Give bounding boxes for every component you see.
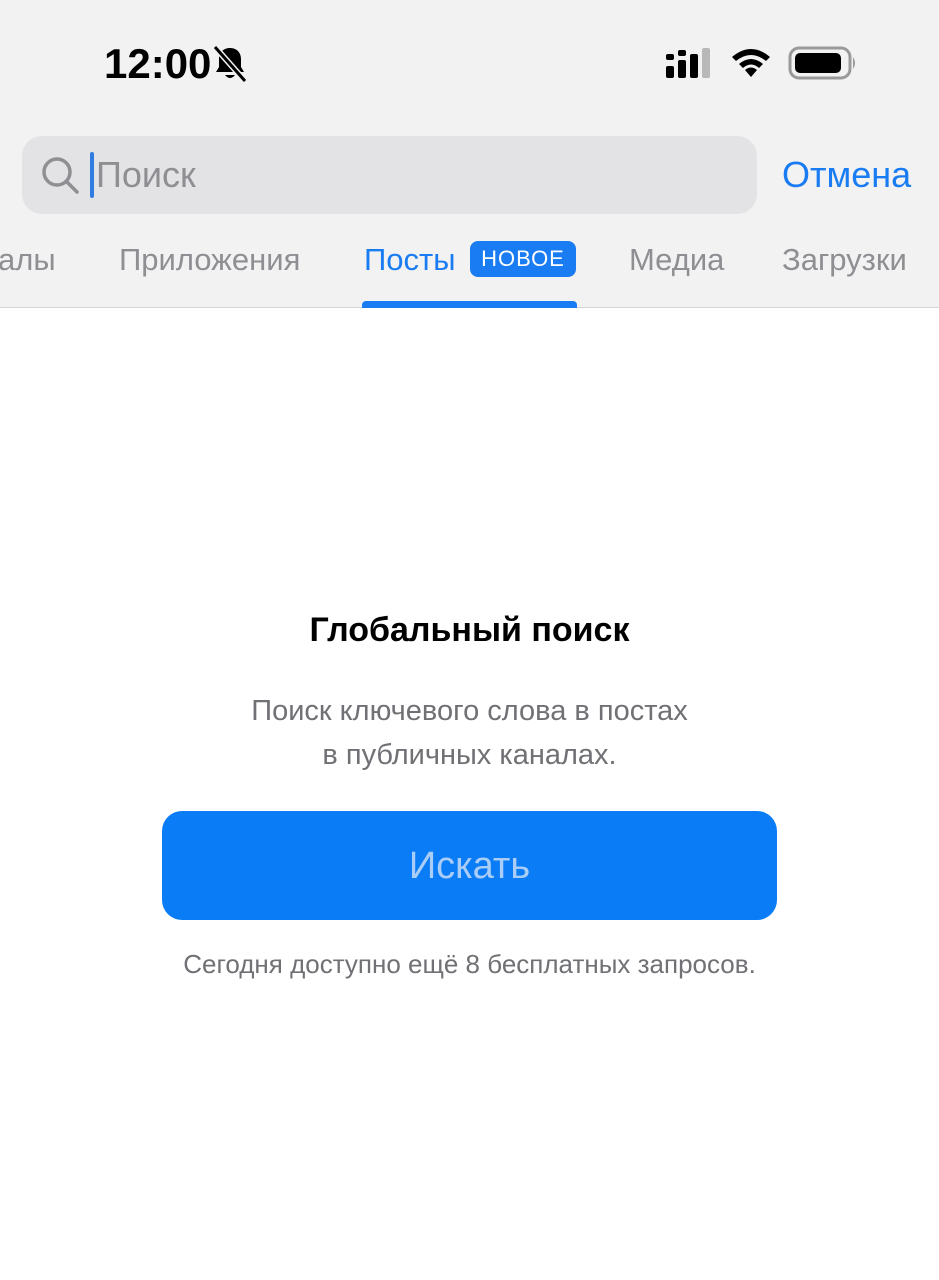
tab-channels[interactable]: алы: [0, 240, 56, 280]
search-icon: [42, 157, 79, 194]
active-tab-indicator: [362, 301, 577, 308]
search-button[interactable]: Искать: [162, 811, 777, 920]
bell-slash-icon: [212, 45, 248, 83]
tab-posts[interactable]: Посты: [364, 240, 456, 280]
search-input[interactable]: [96, 150, 736, 200]
free-queries-note: Сегодня доступно ещё 8 бесплатных запрос…: [183, 949, 756, 979]
cancel-button[interactable]: Отмена: [782, 152, 911, 198]
empty-state-subtitle-line-2: в публичных каналах.: [322, 739, 617, 771]
header: 12:00 Отмена алы Приложения Посты НОВОЕ …: [0, 0, 939, 308]
tab-apps[interactable]: Приложения: [119, 240, 300, 280]
tab-downloads[interactable]: Загрузки: [782, 240, 907, 280]
new-badge: НОВОЕ: [470, 241, 576, 277]
status-time: 12:00: [104, 40, 212, 87]
empty-state-subtitle-line-1: Поиск ключевого слова в постах: [251, 695, 688, 727]
cellular-signal-icon: [666, 48, 710, 78]
empty-state-title: Глобальный поиск: [309, 611, 630, 649]
tab-media[interactable]: Медиа: [629, 240, 724, 280]
battery-icon: [788, 46, 855, 80]
wifi-icon: [732, 49, 770, 77]
text-caret: [90, 152, 94, 198]
